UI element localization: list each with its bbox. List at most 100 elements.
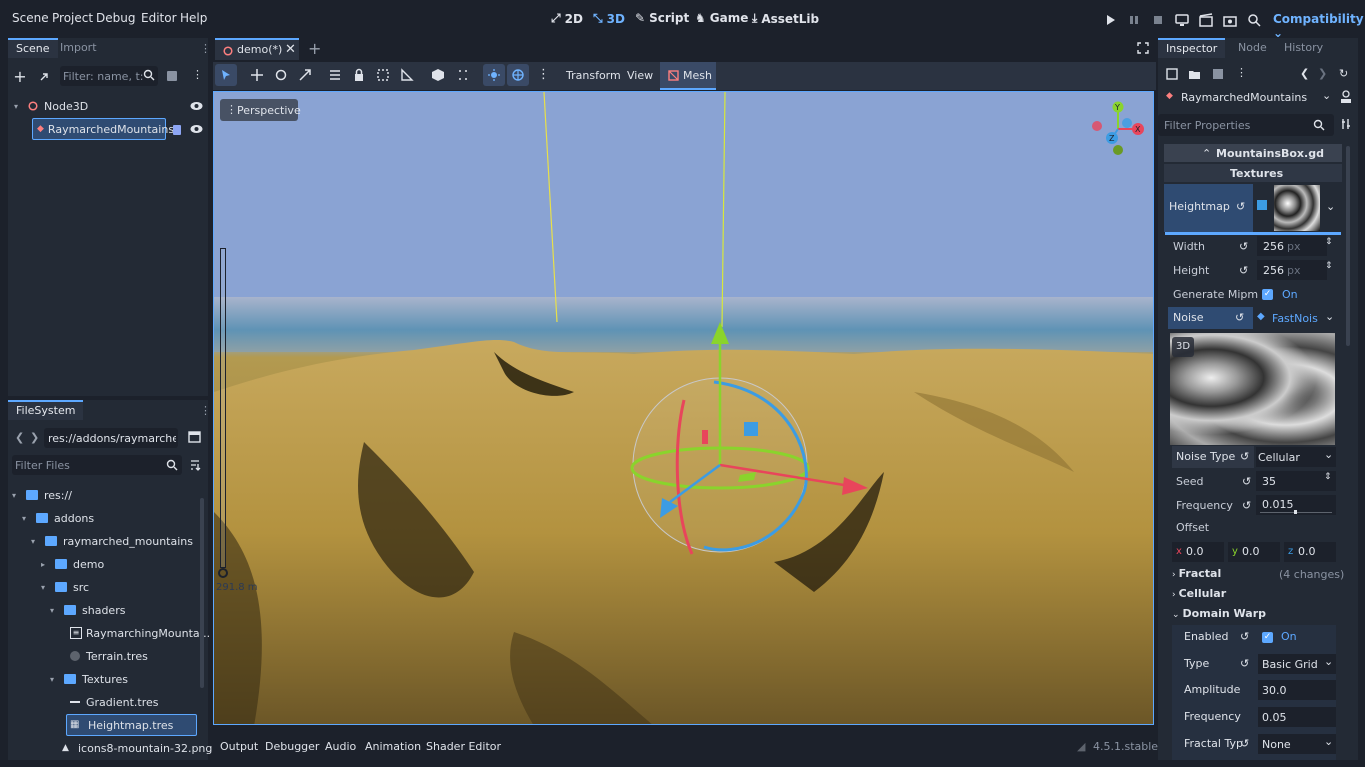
transform-gizmo[interactable] <box>614 322 874 582</box>
link-icon[interactable] <box>36 69 52 85</box>
domain-warp-fractal-dropdown[interactable]: None ⌄ <box>1258 734 1336 754</box>
menu-editor[interactable]: Editor <box>141 11 177 25</box>
collapse-arrow-icon[interactable]: ▾ <box>14 102 24 111</box>
mipmaps-checkbox[interactable]: ✓ <box>1262 289 1273 300</box>
fs-item-raymarched-mountains[interactable]: ▾ raymarched_mountains <box>31 530 193 552</box>
mesh-menu[interactable]: Mesh <box>660 62 716 90</box>
fs-item-terrain[interactable]: Terrain.tres <box>70 645 148 667</box>
ruler-icon[interactable] <box>400 68 414 82</box>
object-properties-icon[interactable] <box>1340 90 1352 104</box>
more-options-icon[interactable]: ⋮ <box>537 67 550 82</box>
script-attach-icon[interactable] <box>166 70 178 82</box>
fs-item-demo[interactable]: ▸ demo <box>41 553 104 575</box>
lock-icon[interactable] <box>352 68 366 82</box>
noise-resource-picker[interactable]: ◆ FastNois ⌄ <box>1253 307 1338 329</box>
fs-item-src[interactable]: ▾ src <box>41 576 89 598</box>
local-space-icon[interactable] <box>431 68 445 82</box>
domain-warp-section[interactable]: ⌄ Domain Warp <box>1172 607 1266 620</box>
width-spinbox[interactable]: 256 px ⇕ <box>1257 236 1333 256</box>
revert-icon[interactable]: ↺ <box>1242 475 1254 488</box>
sun-preview-button[interactable] <box>483 64 505 86</box>
run-current-scene-button[interactable] <box>1198 12 1214 28</box>
tab-history[interactable]: History <box>1276 38 1331 58</box>
select-mode-button[interactable] <box>215 64 237 86</box>
tree-node-raymarchedmountains[interactable]: ◆ RaymarchedMountains <box>32 118 174 140</box>
plane-handle-xy[interactable] <box>744 422 758 436</box>
tree-node-node3d[interactable]: ▾ Node3D <box>14 95 204 117</box>
3d-viewport[interactable]: Y X Z ⋮ Perspective 291.8 m <box>213 91 1154 725</box>
view-menu[interactable]: View <box>627 69 653 82</box>
fs-item-heightmap[interactable]: ▦ Heightmap.tres <box>66 714 197 736</box>
transform-menu[interactable]: Transform <box>566 69 621 82</box>
frequency-slider[interactable]: 0.015 <box>1256 495 1336 515</box>
movie-maker-button[interactable] <box>1246 12 1262 28</box>
camera-height-handle[interactable] <box>218 568 228 578</box>
2d-button[interactable]: ⤢ 2D <box>551 11 583 26</box>
revert-icon[interactable]: ↺ <box>1239 240 1251 253</box>
close-icon[interactable]: ✕ <box>285 42 296 57</box>
object-selector[interactable]: ◆ RaymarchedMountains ⌄ <box>1162 88 1334 108</box>
history-back-icon[interactable]: ❮ <box>1300 67 1309 80</box>
view-orientation-gizmo[interactable]: Y X Z <box>1088 99 1148 159</box>
visibility-eye-icon[interactable] <box>190 100 203 112</box>
scene-menu-icon[interactable]: ⋮ <box>192 68 203 81</box>
menu-scene[interactable]: Scene <box>12 11 49 25</box>
revert-icon[interactable]: ↺ <box>1240 737 1249 750</box>
play-button[interactable] <box>1102 12 1118 28</box>
pause-button[interactable] <box>1126 12 1142 28</box>
save-icon[interactable] <box>1212 68 1224 80</box>
forward-icon[interactable]: ❯ <box>30 431 39 444</box>
heightmap-resource-picker[interactable]: ⌄ <box>1253 184 1341 232</box>
remote-debug-button[interactable] <box>1174 12 1190 28</box>
tab-import[interactable]: Import <box>52 38 105 58</box>
new-tab-icon[interactable]: + <box>308 39 321 58</box>
visibility-eye-icon[interactable] <box>190 123 203 135</box>
move-x-arrow[interactable] <box>842 477 868 495</box>
distraction-free-icon[interactable] <box>1137 42 1149 54</box>
fs-item-shaders[interactable]: ▾ shaders <box>50 599 125 621</box>
perspective-menu[interactable]: ⋮ Perspective <box>220 99 301 121</box>
inspector-scrollbar[interactable] <box>1346 146 1350 346</box>
move-icon[interactable] <box>250 68 264 82</box>
revert-icon[interactable]: ↺ <box>1235 311 1244 324</box>
renderer-selector[interactable]: Compatibility ⌄ <box>1273 12 1365 40</box>
filter-files-input[interactable]: Filter Files <box>12 455 182 475</box>
group-icon[interactable] <box>376 68 390 82</box>
list-select-icon[interactable] <box>328 68 342 82</box>
fs-item-textures[interactable]: ▾ Textures <box>50 668 128 690</box>
dock-menu-icon[interactable]: ⋮ <box>200 42 211 55</box>
split-view-icon[interactable] <box>188 431 201 443</box>
back-icon[interactable]: ❮ <box>15 431 24 444</box>
tab-shader-editor[interactable]: Shader Editor <box>426 740 501 753</box>
fs-item-addons[interactable]: ▾ addons <box>22 507 94 529</box>
domain-warp-type-dropdown[interactable]: Basic Grid ⌄ <box>1258 654 1336 674</box>
tools-icon[interactable] <box>1341 118 1353 130</box>
menu-help[interactable]: Help <box>180 11 207 25</box>
tab-debugger[interactable]: Debugger <box>265 740 319 753</box>
environment-preview-button[interactable] <box>507 64 529 86</box>
fs-item-res[interactable]: ▾ res:// <box>12 484 72 506</box>
revert-icon[interactable]: ↺ <box>1240 657 1249 670</box>
add-node-icon[interactable]: + <box>12 67 28 86</box>
tab-scene[interactable]: Scene <box>8 38 58 58</box>
move-y-arrow[interactable] <box>711 322 729 344</box>
tab-audio[interactable]: Audio <box>325 740 356 753</box>
assetlib-button[interactable]: ⤓ AssetLib <box>752 11 819 26</box>
offset-x-field[interactable]: x 0.0 <box>1172 542 1224 562</box>
scale-icon[interactable] <box>298 68 312 82</box>
tab-inspector[interactable]: Inspector <box>1158 38 1226 58</box>
tab-demo[interactable]: demo(*) ✕ <box>215 38 299 60</box>
rotate-icon[interactable] <box>274 68 288 82</box>
domain-warp-frequency-field[interactable]: 0.05 <box>1258 707 1336 727</box>
sort-icon[interactable] <box>189 459 201 471</box>
revert-icon[interactable]: ↺ <box>1239 264 1251 277</box>
script-header[interactable]: ⌃ MountainsBox.gd <box>1164 144 1342 162</box>
script-button[interactable]: ✎ Script <box>635 11 689 25</box>
plane-handle-yz[interactable] <box>702 430 708 444</box>
script-icon[interactable] <box>172 124 182 136</box>
snap-icon[interactable] <box>456 68 470 82</box>
fs-item-raymarching-shader[interactable]: ≡ RaymarchingMounta... <box>70 622 210 644</box>
cellular-section[interactable]: › Cellular <box>1172 587 1226 600</box>
tab-animation[interactable]: Animation <box>365 740 421 753</box>
menu-debug[interactable]: Debug <box>96 11 135 25</box>
